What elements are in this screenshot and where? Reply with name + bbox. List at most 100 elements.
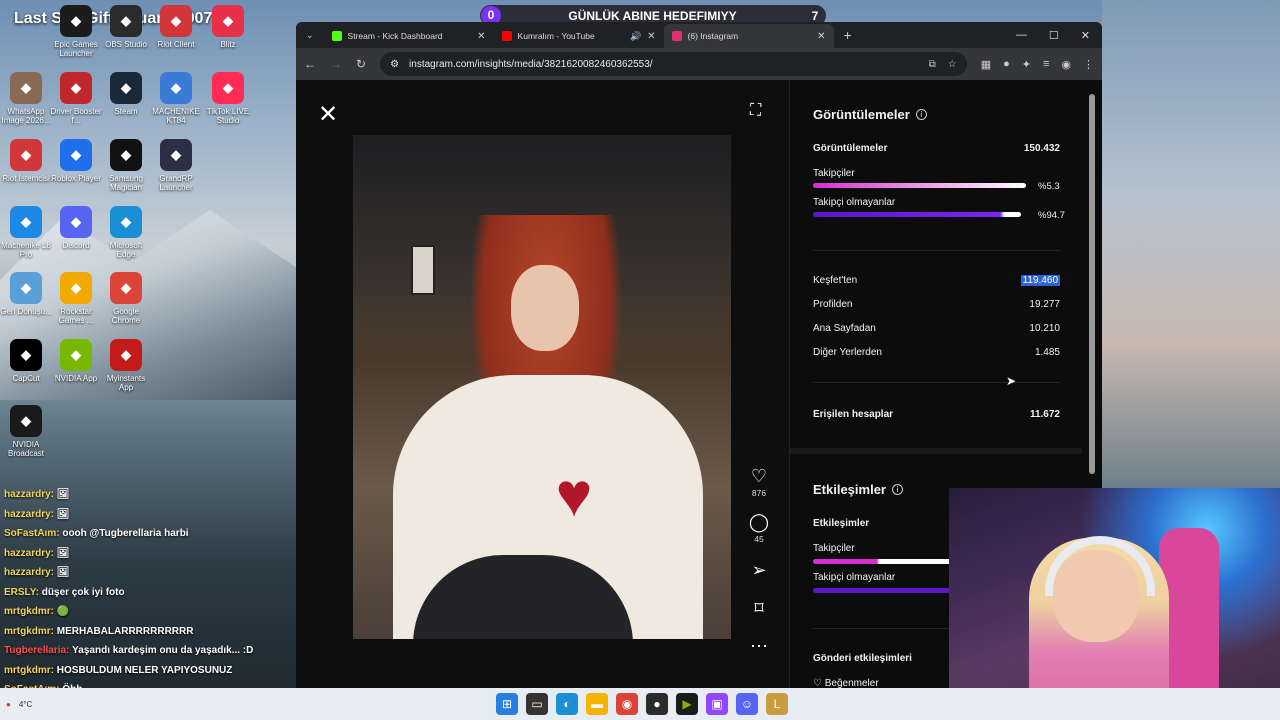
desktop-icon[interactable]: ◆ Geri Dönüşü...: [0, 272, 52, 316]
desktop-icon[interactable]: ◆ NVIDIA App: [50, 339, 102, 383]
comment-action[interactable]: ◯ 45: [745, 512, 773, 544]
chat-username[interactable]: hazzardry:: [4, 548, 54, 559]
heart-icon[interactable]: ♡: [745, 466, 773, 486]
desktop-icon-label: Steam: [114, 107, 138, 116]
desktop-icon[interactable]: ◆ Microsoft Edge: [100, 206, 152, 259]
chat-username[interactable]: Tugberellaria:: [4, 645, 69, 656]
tab-search-icon[interactable]: ⌄: [302, 30, 324, 48]
obs-icon[interactable]: ●: [646, 693, 668, 715]
forward-icon[interactable]: →: [330, 57, 342, 71]
close-tab-icon[interactable]: ✕: [817, 31, 825, 42]
new-tab-icon[interactable]: +: [834, 27, 862, 48]
taskbar-weather[interactable]: ● 4°C: [6, 700, 32, 709]
desktop-icon[interactable]: ◆ NVIDIA Broadcast: [0, 405, 52, 458]
bookmark-icon[interactable]: ⌑: [745, 598, 773, 618]
share-icon[interactable]: ➢: [745, 560, 773, 580]
more-icon[interactable]: ⋯: [745, 636, 773, 656]
edge-icon[interactable]: ◐: [556, 693, 578, 715]
tab-instagram[interactable]: (6) Instagram ✕: [663, 24, 834, 48]
minimize-icon[interactable]: —: [1016, 29, 1027, 42]
address-bar[interactable]: ⚙ instagram.com/insights/media/382162008…: [380, 52, 967, 76]
info-icon[interactable]: i: [915, 109, 927, 120]
chat-username[interactable]: mrtgkdmr:: [4, 606, 54, 617]
chat-username[interactable]: hazzardry:: [4, 567, 54, 578]
close-icon[interactable]: ✕: [318, 100, 338, 129]
chat-text: 🖼: [56, 547, 70, 559]
desktop-icon[interactable]: ◆ CapCut: [0, 339, 52, 383]
like-action[interactable]: ♡ 876: [745, 466, 773, 498]
desktop-icon[interactable]: ◆ Discord: [50, 206, 102, 250]
profile-avatar-icon[interactable]: ◉: [1061, 58, 1071, 71]
reading-list-icon[interactable]: ≡: [1043, 58, 1049, 71]
rockstar-icon: ◆: [60, 272, 92, 304]
expand-icon[interactable]: ⛶: [750, 102, 761, 120]
desktop-icon[interactable]: ◆ Driver Booster f...: [50, 72, 102, 125]
close-window-icon[interactable]: ✕: [1081, 29, 1090, 42]
chat-username[interactable]: mrtgkdmr:: [4, 665, 54, 676]
likes-label: Beğenmeler: [824, 678, 879, 688]
desktop-icon-label: WhatsApp Image 2026...: [1, 107, 51, 125]
scrollbar-thumb[interactable]: [1089, 94, 1095, 474]
twitch-icon[interactable]: ▣: [706, 693, 728, 715]
desktop-icon[interactable]: ◆ OBS Studio: [100, 5, 152, 49]
nonfollowers-row: Takipçi olmayanlar: [813, 197, 1060, 208]
league-icon[interactable]: L: [766, 693, 788, 715]
info-icon[interactable]: i: [892, 484, 903, 495]
task-view-icon[interactable]: ▭: [526, 693, 548, 715]
chat-username[interactable]: mrtgkdmr:: [4, 626, 54, 637]
tab-youtube[interactable]: Kumralım - YouTube 🔊 ✕: [494, 24, 664, 48]
extension-icon[interactable]: ●: [1003, 58, 1010, 71]
share-action[interactable]: ➢: [745, 560, 773, 580]
more-action[interactable]: ⋯: [745, 636, 773, 656]
desktop-icon[interactable]: ◆ Samsung Magician: [100, 139, 152, 192]
nvidia-broadcast-icon: ◆: [10, 405, 42, 437]
desktop-icon[interactable]: ◆ Rockstar Games ...: [50, 272, 102, 325]
chat-username[interactable]: hazzardry:: [4, 489, 54, 500]
chat-username[interactable]: SoFastAım:: [4, 528, 60, 539]
menu-icon[interactable]: ⋮: [1083, 58, 1094, 71]
nvidia-broadcast-icon[interactable]: ▶: [676, 693, 698, 715]
chat-username[interactable]: ERSLY:: [4, 587, 39, 598]
desktop-icon-label: Riot Client: [157, 40, 195, 49]
puzzle-icon[interactable]: ✦: [1022, 58, 1031, 71]
bookmark-star-icon[interactable]: ☆: [948, 59, 957, 70]
reload-icon[interactable]: ↻: [356, 57, 366, 71]
desktop-icon[interactable]: ◆ Epic Games Launcher: [50, 5, 102, 58]
obs-icon: ◆: [110, 5, 142, 37]
desktop-icon-label: Rockstar Games ...: [58, 307, 94, 325]
desktop-icon[interactable]: ◆ Riot İstemcisi: [0, 139, 52, 183]
desktop-icon[interactable]: ◆ Myinstants App: [100, 339, 152, 392]
install-app-icon[interactable]: ⧉: [929, 59, 936, 70]
chat-username[interactable]: hazzardry:: [4, 509, 54, 520]
desktop-icon[interactable]: ◆ Blitz: [202, 5, 254, 49]
comment-icon[interactable]: ◯: [745, 512, 773, 532]
chat-message: hazzardry: 🖼: [4, 544, 294, 564]
int-followers-label: Takipçiler: [813, 543, 855, 554]
save-action[interactable]: ⌑: [745, 598, 773, 618]
back-icon[interactable]: ←: [304, 57, 316, 71]
reached-value: 11.672: [1029, 409, 1060, 420]
desktop-icon[interactable]: ◆ Google Chrome: [100, 272, 152, 325]
desktop-icon[interactable]: ◆ MACHENIKE KT84: [150, 72, 202, 125]
tab-kick[interactable]: Stream - Kick Dashboard ✕: [324, 24, 494, 48]
desktop-icon[interactable]: ◆ Riot Client: [150, 5, 202, 49]
instagram-icon: [671, 31, 682, 41]
close-tab-icon[interactable]: ✕: [477, 31, 485, 42]
blitz-icon: ◆: [212, 5, 244, 37]
translate-icon[interactable]: ▦: [981, 58, 991, 71]
start-windows-icon[interactable]: ⊞: [496, 693, 518, 715]
desktop-icon[interactable]: ◆ Steam: [100, 72, 152, 116]
speaker-icon[interactable]: 🔊: [630, 31, 641, 42]
desktop-icon[interactable]: ◆ WhatsApp Image 2026...: [0, 72, 52, 125]
file-explorer-icon[interactable]: ▬: [586, 693, 608, 715]
discord-icon[interactable]: ☺: [736, 693, 758, 715]
chrome-icon[interactable]: ◉: [616, 693, 638, 715]
desktop-icon[interactable]: ◆ Machenike L8 Pro: [0, 206, 52, 259]
views-label: Görüntülemeler: [813, 143, 888, 154]
desktop-icon[interactable]: ◆ GrandRP Launcher: [150, 139, 202, 192]
maximize-icon[interactable]: ☐: [1049, 29, 1059, 42]
desktop-icon[interactable]: ◆ Roblox Player: [50, 139, 102, 183]
desktop-icon[interactable]: ◆ TikTok LIVE Studio: [202, 72, 254, 125]
site-info-icon[interactable]: ⚙: [390, 59, 399, 70]
close-tab-icon[interactable]: ✕: [647, 31, 655, 42]
